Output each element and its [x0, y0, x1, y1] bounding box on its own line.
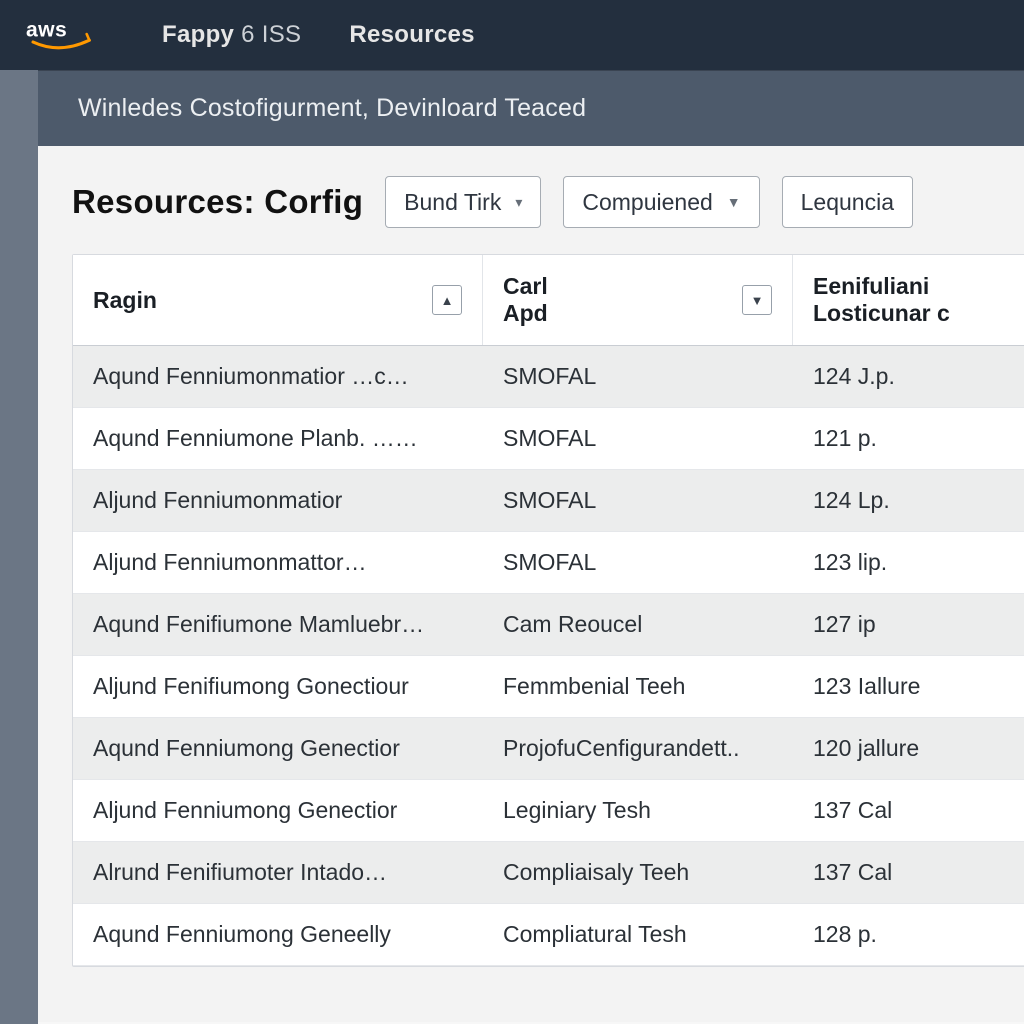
table-row[interactable]: Aljund FenniumonmatiorSMOFAL124 Lp.: [73, 470, 1024, 532]
table-cell: SMOFAL: [483, 408, 793, 469]
table-cell: 120 jallure: [793, 718, 1024, 779]
table-cell: Compliatural Tesh: [483, 904, 793, 965]
table-cell: Aqund Fenifiumone Mamluebr…: [73, 594, 483, 655]
table-cell: SMOFAL: [483, 470, 793, 531]
page-title-b: Corfig: [264, 183, 363, 220]
page-title: Resources: Corfig: [72, 183, 363, 221]
table-cell: 124 Lp.: [793, 470, 1024, 531]
title-bar: Resources: Corfig Bund Tirk ▾ Compuiened…: [72, 176, 1024, 228]
column-header-label: Ragin: [93, 287, 157, 314]
table-body: Aqund Fenniumonmatior …c…SMOFAL124 J.p.A…: [73, 346, 1024, 966]
table-row[interactable]: Aqund Fenniumonmatior …c…SMOFAL124 J.p.: [73, 346, 1024, 408]
table-cell: ProjofuCenfigurandett..: [483, 718, 793, 779]
table-cell: Aqund Fenniumone Planb. ……: [73, 408, 483, 469]
filter-lequncia[interactable]: Lequncia: [782, 176, 913, 228]
table-cell: Cam Reoucel: [483, 594, 793, 655]
table-cell: Aljund Fenifiumong Gonectiour: [73, 656, 483, 717]
nav-item-fappy[interactable]: Fappy 6 ISS: [162, 21, 301, 49]
page-title-a: Resources:: [72, 183, 255, 220]
table-cell: 127 ip: [793, 594, 1024, 655]
nav-item-fappy-sub: 6 ISS: [241, 21, 301, 48]
table-cell: Aljund Fenniumonmatior: [73, 470, 483, 531]
left-gutter[interactable]: [0, 70, 38, 1024]
sort-asc-icon[interactable]: ▲: [432, 285, 462, 315]
filter-label: Compuiened: [582, 189, 712, 216]
table-cell: Leginiary Tesh: [483, 780, 793, 841]
table-row[interactable]: Aqund Fenniumong GenectiorProjofuCenfigu…: [73, 718, 1024, 780]
column-header-ragin[interactable]: Ragin ▲: [73, 255, 483, 345]
filter-label: Lequncia: [801, 189, 894, 216]
table-header: Ragin ▲ Carl Apd ▼ Eenifuliani Losticuna…: [73, 255, 1024, 346]
filter-compuiened[interactable]: Compuiened ▼: [563, 176, 759, 228]
main-content: Resources: Corfig Bund Tirk ▾ Compuiened…: [38, 146, 1024, 1022]
resources-table: Ragin ▲ Carl Apd ▼ Eenifuliani Losticuna…: [72, 254, 1024, 967]
table-cell: SMOFAL: [483, 532, 793, 593]
table-cell: 123 lip.: [793, 532, 1024, 593]
breadcrumb: Winledes Costofigurment, Devinloard Teac…: [38, 70, 1024, 146]
aws-logo-icon: aws: [26, 15, 114, 55]
nav-item-resources[interactable]: Resources: [349, 21, 474, 49]
aws-logo[interactable]: aws: [26, 15, 114, 55]
table-row[interactable]: Aqund Fenifiumone Mamluebr…Cam Reoucel12…: [73, 594, 1024, 656]
sort-desc-icon[interactable]: ▼: [742, 285, 772, 315]
table-row[interactable]: Alrund Fenifiumoter Intado…Compliaisaly …: [73, 842, 1024, 904]
filter-label: Bund Tirk: [404, 189, 501, 216]
top-nav: aws Fappy 6 ISS Resources: [0, 0, 1024, 70]
filter-bund-tirk[interactable]: Bund Tirk ▾: [385, 176, 541, 228]
table-cell: Alrund Fenifiumoter Intado…: [73, 842, 483, 903]
chevron-down-icon: ▾: [515, 194, 522, 211]
column-header-label: Eenifuliani Losticunar c: [813, 273, 950, 327]
table-cell: Aqund Fenniumong Geneelly: [73, 904, 483, 965]
table-cell: 124 J.p.: [793, 346, 1024, 407]
table-cell: 123 Iallure: [793, 656, 1024, 717]
table-row[interactable]: Aqund Fenniumone Planb. ……SMOFAL121 p.: [73, 408, 1024, 470]
table-row[interactable]: Aljund Fenniumong GenectiorLeginiary Tes…: [73, 780, 1024, 842]
table-cell: Aljund Fenniumong Genectior: [73, 780, 483, 841]
table-cell: Aljund Fenniumonmattor…: [73, 532, 483, 593]
table-row[interactable]: Aljund Fenniumonmattor…SMOFAL123 lip.: [73, 532, 1024, 594]
column-header-eenifuliani[interactable]: Eenifuliani Losticunar c: [793, 255, 1024, 345]
table-cell: Compliaisaly Teeh: [483, 842, 793, 903]
table-cell: 137 Cal: [793, 842, 1024, 903]
nav-item-fappy-main: Fappy: [162, 21, 234, 48]
column-header-carl-apd[interactable]: Carl Apd ▼: [483, 255, 793, 345]
column-header-label: Carl Apd: [503, 273, 548, 327]
table-cell: SMOFAL: [483, 346, 793, 407]
table-cell: 137 Cal: [793, 780, 1024, 841]
table-cell: Aqund Fenniumonmatior …c…: [73, 346, 483, 407]
table-cell: 121 p.: [793, 408, 1024, 469]
table-cell: Femmbenial Teeh: [483, 656, 793, 717]
table-row[interactable]: Aqund Fenniumong GeneellyCompliatural Te…: [73, 904, 1024, 966]
chevron-down-icon: ▼: [727, 194, 741, 210]
svg-text:aws: aws: [26, 19, 67, 42]
table-row[interactable]: Aljund Fenifiumong GonectiourFemmbenial …: [73, 656, 1024, 718]
table-cell: Aqund Fenniumong Genectior: [73, 718, 483, 779]
table-cell: 128 p.: [793, 904, 1024, 965]
